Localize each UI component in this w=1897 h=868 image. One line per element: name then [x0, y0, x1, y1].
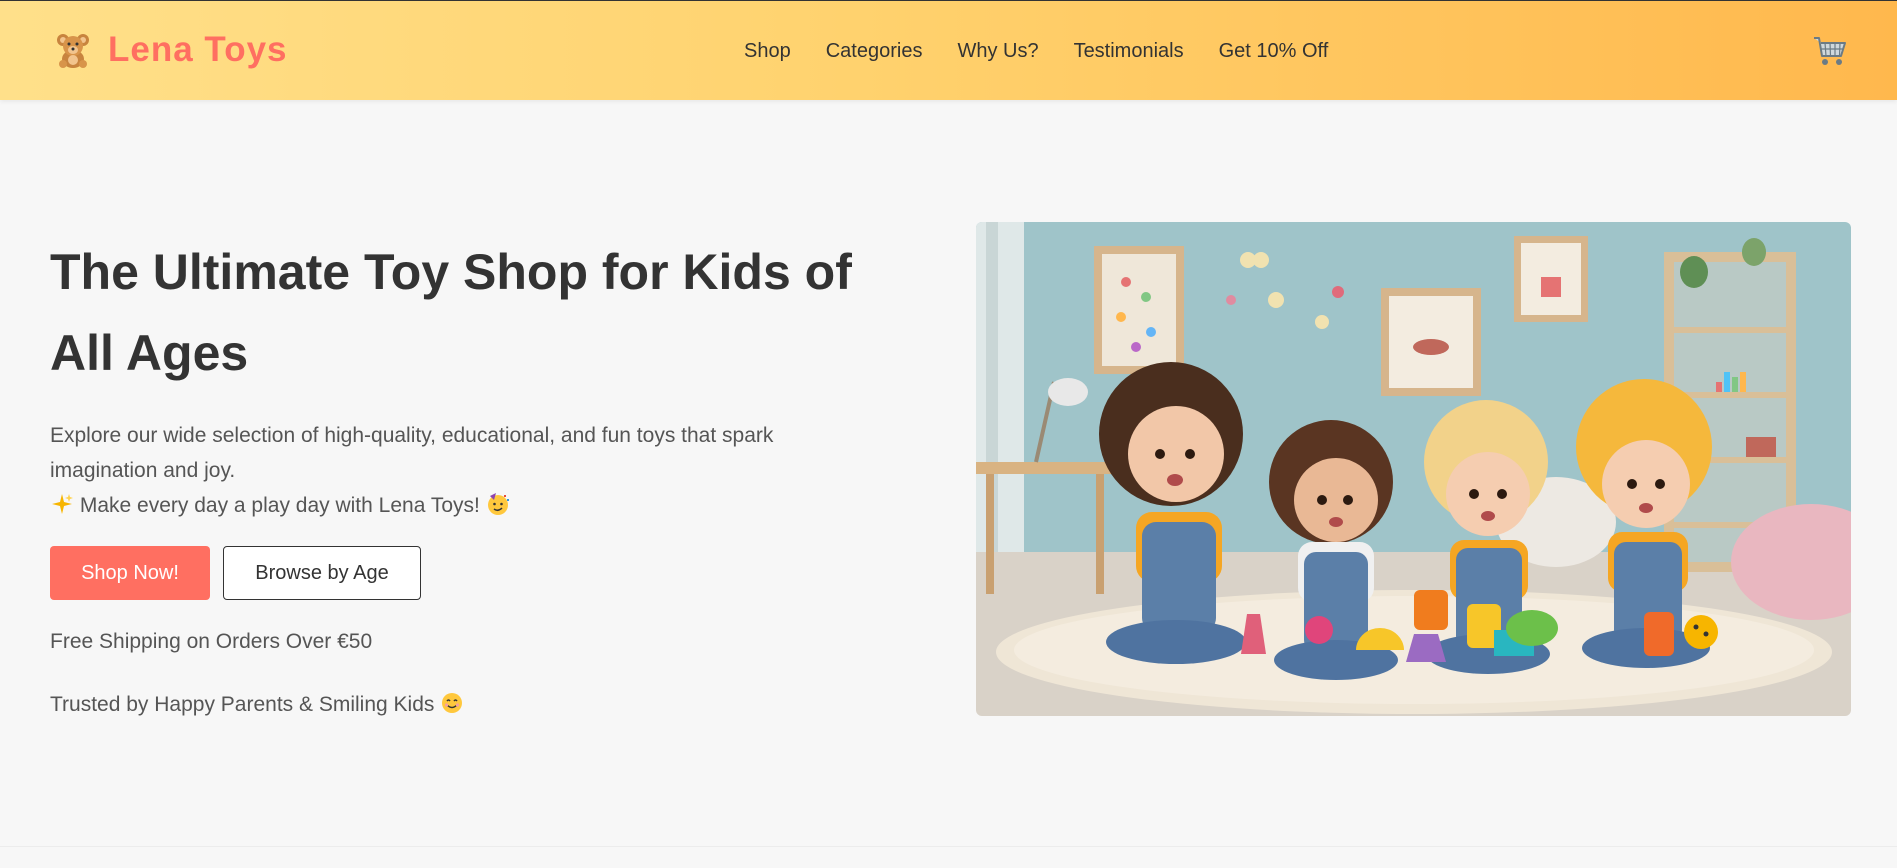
hero-title-line-1: The Ultimate Toy Shop for Kids of: [50, 244, 852, 300]
brand-name: Lena Toys: [108, 30, 288, 69]
hero-desc-line-1: Explore our wide selection of high-quali…: [50, 424, 774, 447]
trusted-row: Trusted by Happy Parents & Smiling Kids: [50, 691, 464, 721]
party-face-icon: [486, 492, 510, 527]
hero-buttons: Shop Now! Browse by Age: [50, 546, 421, 600]
hero-title-line-2: All Ages: [50, 325, 249, 381]
nav-categories[interactable]: Categories: [826, 39, 923, 63]
free-shipping-text: Free Shipping on Orders Over €50: [50, 630, 373, 653]
trusted-text: Trusted by Happy Parents & Smiling Kids: [50, 693, 435, 716]
hero-description: Explore our wide selection of high-quali…: [50, 418, 870, 527]
sparkles-icon: [50, 492, 74, 527]
hero-tagline-row: Make every day a play day with Lena Toys…: [50, 488, 870, 527]
nav-get-discount[interactable]: Get 10% Off: [1219, 39, 1329, 63]
kids-playing-image: [976, 222, 1851, 716]
nav-why-us[interactable]: Why Us?: [957, 39, 1038, 63]
browse-by-age-button[interactable]: Browse by Age: [223, 546, 421, 600]
cart-icon[interactable]: [1813, 35, 1847, 67]
teddy-bear-icon: [54, 31, 92, 69]
main-nav: Shop Categories Why Us? Testimonials Get…: [744, 39, 1363, 63]
hero-tagline: Make every day a play day with Lena Toys…: [79, 494, 480, 517]
smiling-face-icon: [440, 691, 464, 721]
hero-title: The Ultimate Toy Shop for Kids of All Ag…: [50, 232, 890, 394]
section-divider: [0, 846, 1897, 847]
hero-desc-line-2: imagination and joy.: [50, 459, 236, 482]
site-header: Lena Toys Shop Categories Why Us? Testim…: [0, 0, 1897, 100]
brand[interactable]: Lena Toys: [54, 31, 288, 69]
nav-testimonials[interactable]: Testimonials: [1074, 39, 1184, 63]
shop-now-button[interactable]: Shop Now!: [50, 546, 210, 600]
nav-shop[interactable]: Shop: [744, 39, 791, 63]
